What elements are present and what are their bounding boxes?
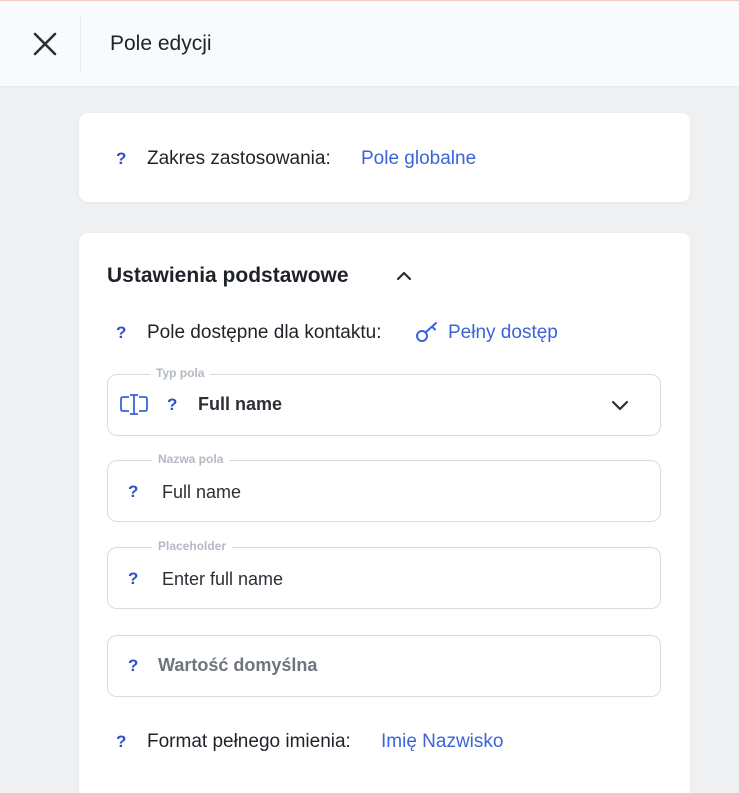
scope-help-icon[interactable]: ? bbox=[116, 149, 126, 169]
chevron-down-icon[interactable] bbox=[609, 395, 631, 420]
field-name-label: Nazwa pola bbox=[152, 452, 230, 466]
placeholder-value: Enter full name bbox=[162, 569, 284, 589]
section-title: Ustawienia podstawowe bbox=[107, 264, 349, 287]
field-name-input[interactable]: Nazwa pola ? Full name bbox=[107, 452, 661, 522]
access-value-link[interactable]: Pełny dostęp bbox=[448, 322, 558, 344]
access-label: Pole dostępne dla kontaktu: bbox=[147, 322, 382, 343]
scope-label: Zakres zastosowania: bbox=[147, 148, 331, 169]
field-type-value: Full name bbox=[198, 394, 283, 414]
field-name-value: Full name bbox=[162, 482, 242, 502]
page-title: Pole edycji bbox=[110, 32, 212, 55]
name-format-help-icon[interactable]: ? bbox=[116, 732, 126, 752]
scope-card: ? Zakres zastosowania: Pole globalne bbox=[79, 113, 690, 202]
name-format-value-link[interactable]: Imię Nazwisko bbox=[381, 731, 503, 753]
close-button[interactable] bbox=[31, 30, 59, 58]
default-value-help-icon[interactable]: ? bbox=[128, 656, 138, 676]
access-help-icon[interactable]: ? bbox=[116, 323, 126, 343]
field-type-select[interactable]: Typ pola ? Full name bbox=[107, 366, 661, 436]
header-divider bbox=[80, 17, 81, 71]
default-value-input[interactable]: ? Wartość domyślna bbox=[107, 635, 661, 697]
placeholder-help-icon[interactable]: ? bbox=[128, 569, 138, 589]
field-type-help-icon[interactable]: ? bbox=[167, 395, 177, 415]
chevron-up-icon bbox=[396, 271, 412, 281]
close-icon bbox=[33, 32, 57, 56]
placeholder-label: Placeholder bbox=[152, 539, 233, 553]
placeholder-input[interactable]: Placeholder ? Enter full name bbox=[107, 539, 661, 609]
scope-value-link[interactable]: Pole globalne bbox=[361, 148, 476, 170]
text-field-icon bbox=[119, 393, 149, 422]
field-name-help-icon[interactable]: ? bbox=[128, 482, 138, 502]
field-type-label: Typ pola bbox=[150, 366, 211, 380]
default-value-placeholder: Wartość domyślna bbox=[158, 655, 318, 675]
editor-header: Pole edycji bbox=[0, 1, 739, 87]
key-icon bbox=[415, 320, 441, 349]
basic-settings-card: Ustawienia podstawowe ? Pole dostępne dl… bbox=[79, 233, 690, 793]
collapse-section-button[interactable] bbox=[393, 266, 415, 286]
name-format-label: Format pełnego imienia: bbox=[147, 731, 351, 752]
